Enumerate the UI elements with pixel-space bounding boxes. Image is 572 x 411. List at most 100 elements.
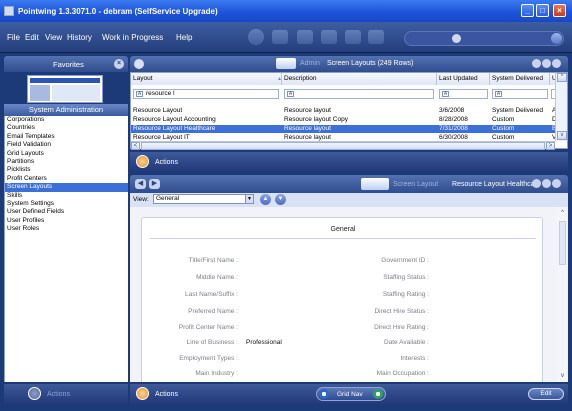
menu-history[interactable]: History xyxy=(67,33,92,42)
move-down-icon[interactable]: ▼ xyxy=(275,194,286,205)
screen-layouts-header: Admin Screen Layouts (249 Rows) xyxy=(130,56,568,72)
field-label: Direct Hire Rating : xyxy=(374,324,429,331)
nav-item-email-templates[interactable]: Email Templates xyxy=(5,133,128,141)
scroll-right-icon[interactable]: > xyxy=(546,142,555,150)
maximize-button[interactable]: □ xyxy=(536,4,549,17)
field-label: Direct Hire Status : xyxy=(374,308,429,315)
collapse-icon[interactable] xyxy=(532,59,541,68)
grid-actions-label[interactable]: Actions xyxy=(155,159,178,166)
actions-icon[interactable] xyxy=(136,155,149,168)
table-row[interactable]: Resource Layout Accounting Resource layou… xyxy=(131,116,557,124)
field-label: Interests : xyxy=(400,355,429,362)
document-icon[interactable] xyxy=(345,30,361,44)
nav-item-system-settings[interactable]: System Settings xyxy=(5,200,128,208)
general-section: General Title/First Name : Middle Name :… xyxy=(141,217,543,382)
actions-icon[interactable] xyxy=(28,387,41,400)
next-record-icon[interactable]: ▶ xyxy=(149,179,160,189)
scrollbar-thumb[interactable] xyxy=(559,221,566,265)
admin-label: Admin xyxy=(276,58,320,69)
favorite-thumbnail[interactable] xyxy=(27,75,103,103)
nav-item-skills[interactable]: Skills xyxy=(5,192,128,200)
detail-actions-bar: Actions Grid Nav Edit xyxy=(130,384,568,404)
previous-record-icon[interactable]: ◀ xyxy=(135,179,146,189)
description-filter-input[interactable]: A xyxy=(284,89,434,99)
system-delivered-filter-input[interactable]: A xyxy=(492,89,548,99)
chart-icon[interactable] xyxy=(321,30,337,44)
chevron-down-icon[interactable]: ▼ xyxy=(245,195,253,203)
grid-nav-control[interactable]: Grid Nav xyxy=(316,387,386,401)
scroll-up-icon[interactable]: ^ xyxy=(557,73,567,82)
actions-icon[interactable] xyxy=(136,387,149,400)
filter-icon: A xyxy=(136,91,143,97)
column-header-system-delivered[interactable]: System Delivered xyxy=(490,73,550,85)
view-select[interactable]: General ▼ xyxy=(153,194,254,204)
nav-item-countries[interactable]: Countries xyxy=(5,124,128,132)
menu-view[interactable]: View xyxy=(45,33,62,42)
layout-filter-input[interactable]: Aresource l xyxy=(133,89,279,99)
left-actions-label[interactable]: Actions xyxy=(47,391,70,398)
nav-item-corporations[interactable]: Corporations xyxy=(5,116,128,124)
grid-horizontal-scrollbar[interactable]: < > xyxy=(131,141,555,150)
menu-file[interactable]: File xyxy=(7,33,20,42)
detail-actions-label[interactable]: Actions xyxy=(155,391,178,398)
nav-item-profit-centers[interactable]: Profit Centers xyxy=(5,175,128,183)
menu-help[interactable]: Help xyxy=(176,33,192,42)
favorites-title: Favorites xyxy=(53,60,84,69)
screen-layout-icon xyxy=(361,178,389,190)
column-header-layout[interactable]: Layout xyxy=(131,73,282,85)
nav-item-user-roles[interactable]: User Roles xyxy=(5,225,128,233)
close-icon[interactable]: × xyxy=(114,59,124,69)
search-input[interactable] xyxy=(404,31,564,46)
column-header-description[interactable]: Description xyxy=(282,73,437,85)
sort-icon: ▲ xyxy=(277,76,282,82)
grid-nav-label: Grid Nav xyxy=(337,391,363,398)
calendar-icon[interactable] xyxy=(368,30,384,44)
grid-vertical-scrollbar[interactable]: ^ v xyxy=(555,73,567,141)
scroll-down-icon[interactable]: v xyxy=(557,131,567,140)
expand-icon[interactable] xyxy=(542,179,551,188)
field-label: Employment Types : xyxy=(179,355,238,362)
edit-button[interactable]: Edit xyxy=(528,388,564,400)
collapse-icon[interactable] xyxy=(532,179,541,188)
nav-item-partitions[interactable]: Partitions xyxy=(5,158,128,166)
column-header-last-updated[interactable]: Last Updated xyxy=(437,73,490,85)
scrollbar-thumb[interactable] xyxy=(141,142,545,150)
minimize-button[interactable]: _ xyxy=(521,4,534,17)
filter-icon: A xyxy=(442,91,449,97)
table-row[interactable]: Resource Layout Resource layout 3/6/2008 Sy… xyxy=(131,107,557,115)
home-icon[interactable] xyxy=(248,29,264,45)
grid-nav-down-icon[interactable] xyxy=(319,389,329,399)
nav-item-screen-layouts[interactable]: Screen Layouts xyxy=(5,183,128,192)
search-go-button[interactable] xyxy=(551,33,562,44)
menu-edit[interactable]: Edit xyxy=(25,33,39,42)
nav-item-picklists[interactable]: Picklists xyxy=(5,166,128,174)
filter-icon: A xyxy=(495,91,502,97)
field-label: Staffing Status : xyxy=(383,274,429,281)
gear-icon[interactable] xyxy=(134,59,144,69)
grid-nav-up-icon[interactable] xyxy=(373,389,383,399)
screen-layouts-title: Screen Layouts (249 Rows) xyxy=(327,60,414,67)
window-title-bar[interactable]: Pointwing 1.3.3071.0 - debram (SelfServi… xyxy=(0,0,572,22)
filter-icon: A xyxy=(287,91,294,97)
contacts-icon[interactable] xyxy=(297,30,313,44)
menu-work-in-progress[interactable]: Work in Progress xyxy=(102,33,163,42)
system-administration-label[interactable]: System Administration xyxy=(4,104,128,116)
detail-vertical-scrollbar[interactable]: ^ v xyxy=(557,207,568,382)
scroll-left-icon[interactable]: < xyxy=(131,142,140,150)
expand-icon[interactable] xyxy=(542,59,551,68)
nav-item-user-defined-fields[interactable]: User Defined Fields xyxy=(5,208,128,216)
mail-icon[interactable] xyxy=(272,30,288,44)
table-row-selected[interactable]: Resource Layout Healthcare Resource layou… xyxy=(131,125,557,133)
restore-icon[interactable] xyxy=(552,59,561,68)
detail-panel-controls xyxy=(531,179,561,190)
nav-item-user-profiles[interactable]: User Profiles xyxy=(5,217,128,225)
scroll-down-icon[interactable]: v xyxy=(558,372,567,380)
last-updated-filter-input[interactable]: A xyxy=(439,89,488,99)
status-strip xyxy=(0,404,572,411)
close-button[interactable]: × xyxy=(553,4,566,17)
nav-item-field-validation[interactable]: Field Validation xyxy=(5,141,128,149)
close-icon[interactable] xyxy=(552,179,561,188)
nav-item-grid-layouts[interactable]: Grid Layouts xyxy=(5,150,128,158)
scroll-up-icon[interactable]: ^ xyxy=(558,209,567,217)
move-up-icon[interactable]: ▲ xyxy=(260,194,271,205)
